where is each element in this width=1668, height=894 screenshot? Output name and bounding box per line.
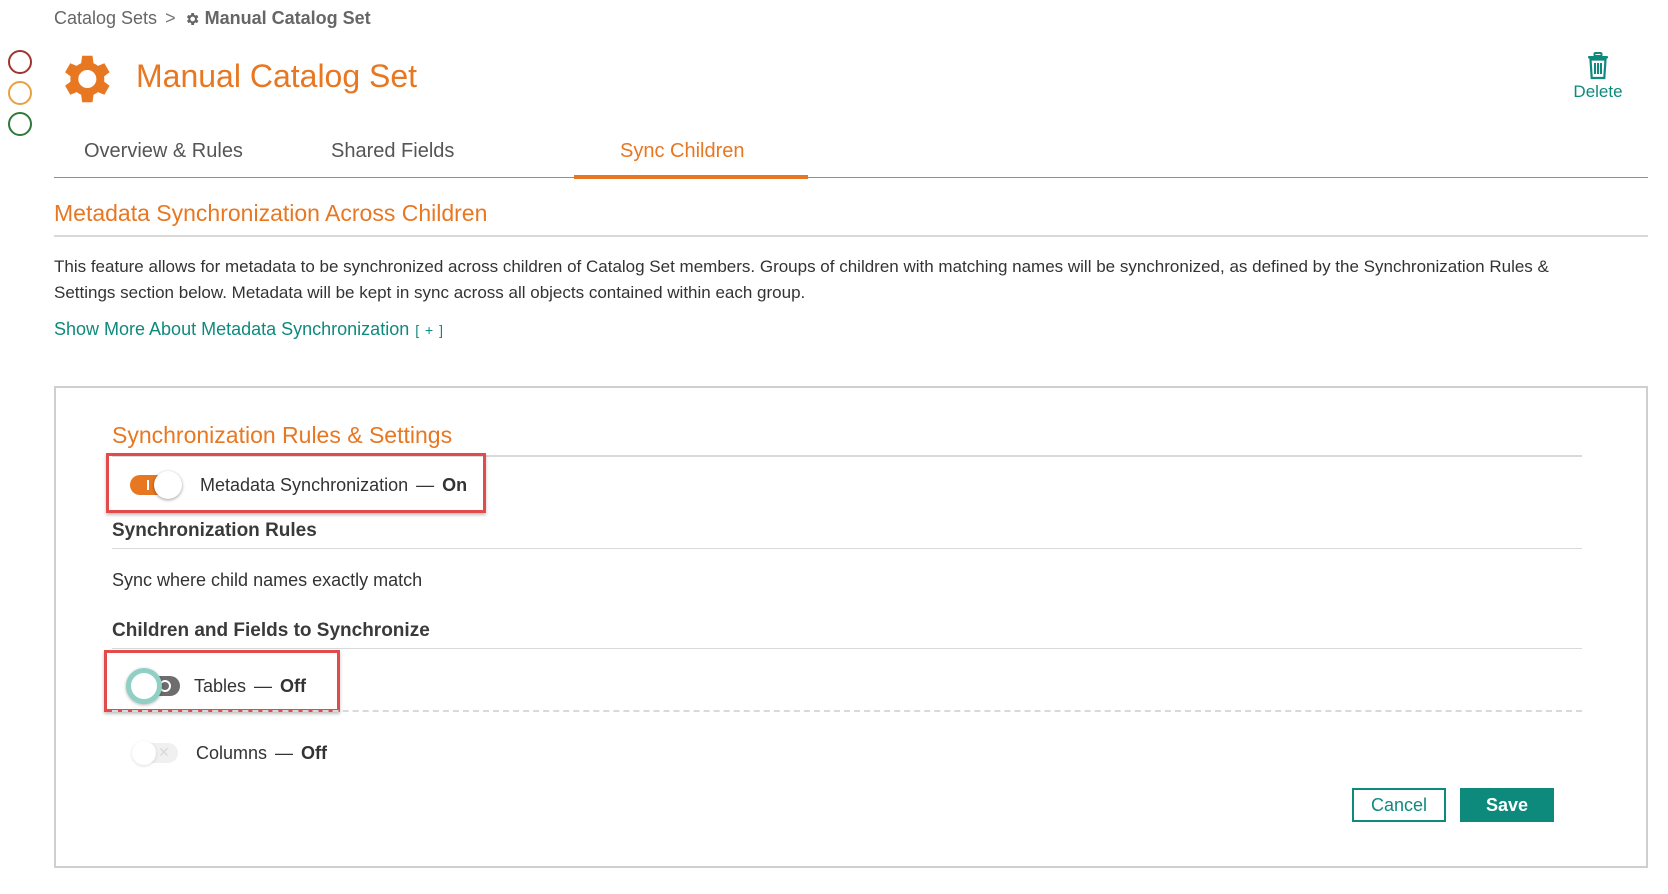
section-description: This feature allows for metadata to be s… <box>54 257 1549 302</box>
sync-rules-heading: Synchronization Rules <box>112 520 1582 549</box>
gear-icon <box>65 55 110 103</box>
window-close-button[interactable] <box>8 50 32 74</box>
breadcrumb-separator: > <box>165 8 176 28</box>
section-title: Metadata Synchronization Across Children <box>54 200 1648 237</box>
columns-state: Off <box>301 742 328 763</box>
tab-overview-rules[interactable]: Overview & Rules <box>84 140 243 163</box>
save-button[interactable]: Save <box>1460 788 1554 822</box>
delete-label: Delete <box>1573 82 1623 101</box>
tab-bar: Overview & Rules Shared Fields Sync Chil… <box>54 134 1648 179</box>
panel-title: Synchronization Rules & Settings <box>112 422 1582 457</box>
breadcrumb-current: Manual Catalog Set <box>184 8 371 29</box>
columns-row: ✕ Columns — Off <box>132 741 327 765</box>
metadata-sync-label: Metadata Synchronization <box>200 474 409 495</box>
sync-rules-text: Sync where child names exactly match <box>112 570 423 590</box>
trash-icon <box>1588 52 1608 80</box>
metadata-sync-toggle[interactable] <box>130 471 182 499</box>
tab-sync-children[interactable]: Sync Children <box>620 140 745 163</box>
columns-dash: — <box>275 742 294 763</box>
tables-toggle[interactable] <box>126 668 182 704</box>
tables-dash: — <box>254 675 273 696</box>
metadata-sync-row: Metadata Synchronization — On <box>130 471 467 499</box>
tables-row: Tables — Off <box>126 668 306 704</box>
tables-label: Tables <box>194 675 247 696</box>
metadata-sync-state: On <box>442 474 468 495</box>
window-minimize-button[interactable] <box>8 81 32 105</box>
active-tab-indicator <box>574 175 808 179</box>
tables-state: Off <box>280 675 307 696</box>
metadata-sync-dash: — <box>416 474 435 495</box>
breadcrumb-parent-link[interactable]: Catalog Sets <box>54 8 157 29</box>
tab-shared-fields[interactable]: Shared Fields <box>331 140 454 163</box>
columns-label: Columns <box>196 742 268 763</box>
divider <box>112 710 1582 712</box>
page-title: Manual Catalog Set <box>136 58 418 94</box>
columns-toggle[interactable]: ✕ <box>132 741 178 765</box>
delete-button[interactable]: Delete <box>1560 52 1636 102</box>
window-maximize-button[interactable] <box>8 112 32 136</box>
show-more-link[interactable]: Show More About Metadata Synchronization… <box>54 319 444 340</box>
show-more-label: Show More About Metadata Synchronization <box>54 319 410 339</box>
breadcrumb: Catalog Sets > Manual Catalog Set <box>54 8 371 29</box>
gear-icon <box>186 12 198 25</box>
breadcrumb-current-label: Manual Catalog Set <box>204 8 371 28</box>
expand-toggle: [ + ] <box>415 322 444 338</box>
children-fields-heading: Children and Fields to Synchronize <box>112 620 1582 649</box>
cancel-button[interactable]: Cancel <box>1352 788 1446 822</box>
